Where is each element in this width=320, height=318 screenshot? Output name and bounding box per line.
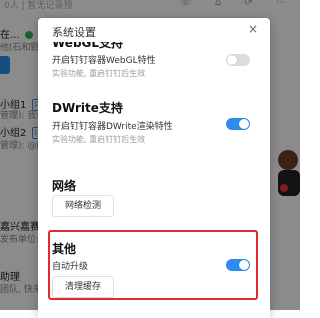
dwrite-description: 开启钉钉容器DWrite渲染特性 <box>52 122 173 132</box>
dwrite-hint: 实验功能, 重启钉钉后生效 <box>52 135 146 144</box>
system-settings-dialog: 系统设置 × WebGL支持 开启钉钉容器WebGL特性 实验功能, 重启钉钉后… <box>38 18 270 318</box>
dwrite-toggle[interactable] <box>226 118 250 130</box>
other-section-title: 其他 <box>52 242 77 256</box>
toggle-knob <box>239 260 249 270</box>
auto-upgrade-toggle[interactable] <box>226 259 250 271</box>
dwrite-section-title: DWrite支持 <box>52 101 123 115</box>
webgl-description: 开启钉钉容器WebGL特性 <box>52 56 156 66</box>
webgl-toggle[interactable] <box>226 54 250 66</box>
auto-upgrade-label: 自动升级 <box>52 262 89 272</box>
network-section-title: 网络 <box>52 179 77 193</box>
toggle-knob <box>239 119 249 129</box>
toggle-knob <box>227 55 237 65</box>
webgl-hint: 实验功能, 重启钉钉后生效 <box>52 69 146 78</box>
clear-cache-button[interactable]: 清理缓存 <box>52 276 115 298</box>
dialog-title: 系统设置 <box>52 26 96 39</box>
close-icon[interactable]: × <box>248 23 258 35</box>
network-check-button[interactable]: 网络检测 <box>52 195 115 217</box>
